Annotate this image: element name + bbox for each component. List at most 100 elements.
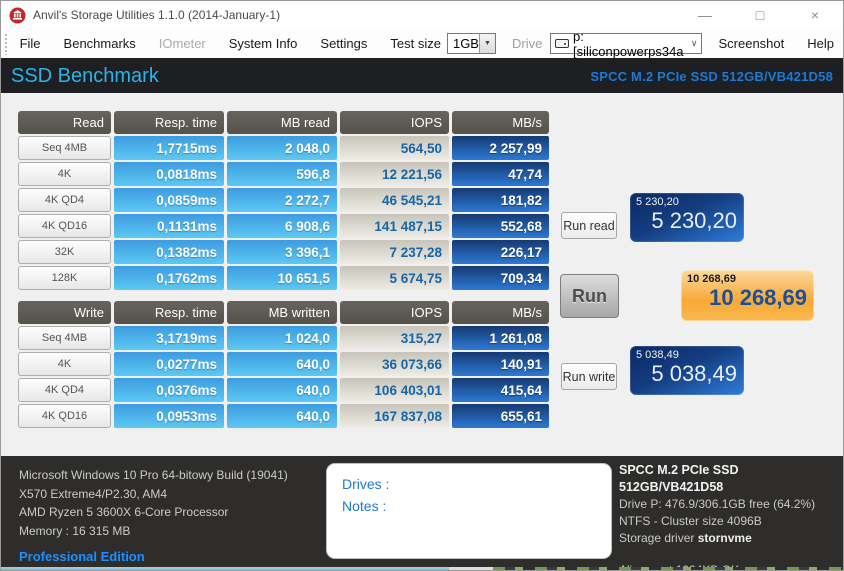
menu-separator [378, 34, 379, 54]
menu-file[interactable]: File [11, 36, 50, 51]
total-score-large: 10 268,69 [687, 285, 807, 311]
drive-info-panel: SPCC M.2 PCIe SSD 512GB/VB421D58 Drive P… [619, 462, 843, 571]
write-row-label[interactable]: 4K QD16 [18, 404, 111, 428]
read-row-label[interactable]: 4K QD4 [18, 188, 111, 212]
mbs-header: MB/s [452, 111, 549, 134]
run-button[interactable]: Run [560, 274, 619, 318]
read-resp-cell: 0,1762ms [114, 266, 224, 290]
minimize-button[interactable]: — [685, 7, 725, 23]
write-resp-cell: 0,0953ms [114, 404, 224, 428]
test-size-select[interactable]: 1GB ▼ [447, 33, 496, 54]
footer: Microsoft Windows 10 Pro 64-bitowy Build… [1, 456, 843, 567]
system-info: Microsoft Windows 10 Pro 64-bitowy Build… [19, 466, 288, 564]
run-write-button[interactable]: Run write [561, 363, 617, 390]
write-resp-cell: 3,1719ms [114, 326, 224, 350]
write-mb-cell: 640,0 [227, 404, 337, 428]
read-iops-cell: 12 221,56 [340, 162, 449, 186]
write-score-large: 5 038,49 [636, 361, 737, 387]
menu-separator [52, 34, 53, 54]
motherboard-line: X570 Extreme4/P2.30, AM4 [19, 485, 288, 504]
menu-separator [217, 34, 218, 54]
read-row-label[interactable]: 128K [18, 266, 111, 290]
total-score-box: 10 268,69 10 268,69 [681, 270, 814, 321]
menu-separator [795, 34, 796, 54]
read-mb-cell: 10 651,5 [227, 266, 337, 290]
app-window: Anvil's Storage Utilities 1.1.0 (2014-Ja… [0, 0, 844, 571]
write-row-label[interactable]: 4K [18, 352, 111, 376]
write-resp-cell: 0,0376ms [114, 378, 224, 402]
drive-select[interactable]: p: [siliconpowerps34a ∨ [550, 33, 702, 54]
read-row-label[interactable]: Seq 4MB [18, 136, 111, 160]
menubar: File Benchmarks IOmeter System Info Sett… [1, 29, 843, 59]
read-table: Read Resp. time MB read IOPS MB/s Seq 4M… [18, 111, 549, 290]
window-controls: — □ × [685, 1, 835, 29]
read-mbs-cell: 47,74 [452, 162, 549, 186]
read-mb-cell: 2 048,0 [227, 136, 337, 160]
menu-separator [147, 34, 148, 54]
write-mb-cell: 1 024,0 [227, 326, 337, 350]
menu-separator [308, 34, 309, 54]
page-title: SSD Benchmark [11, 65, 159, 88]
write-row-label[interactable]: 4K QD4 [18, 378, 111, 402]
drives-label: Drives : [342, 473, 611, 495]
read-iops-cell: 564,50 [340, 136, 449, 160]
app-logo-icon [9, 7, 26, 24]
menu-separator [500, 34, 501, 54]
read-row-label[interactable]: 4K QD16 [18, 214, 111, 238]
write-iops-cell: 315,27 [340, 326, 449, 350]
drive-model: SPCC M.2 PCIe SSD 512GB/VB421D58 [619, 462, 843, 496]
titlebar: Anvil's Storage Utilities 1.1.0 (2014-Ja… [1, 1, 843, 29]
driver-value: stornvme [698, 531, 752, 545]
read-iops-cell: 7 237,28 [340, 240, 449, 264]
spacer [619, 547, 843, 562]
mb-written-header: MB written [227, 301, 337, 324]
read-row-label[interactable]: 4K [18, 162, 111, 186]
background-window-sliver [1, 567, 843, 571]
page-header: SSD Benchmark SPCC M.2 PCIe SSD 512GB/VB… [1, 59, 843, 93]
read-mb-cell: 596,8 [227, 162, 337, 186]
menu-system-info[interactable]: System Info [220, 36, 307, 51]
drives-notes-box[interactable]: Drives : Notes : [326, 463, 612, 559]
sliver-segment [1, 567, 449, 571]
menu-iometer[interactable]: IOmeter [150, 36, 215, 51]
menu-help[interactable]: Help [798, 36, 843, 51]
write-header: Write [18, 301, 111, 324]
read-score-small: 5 230,20 [636, 196, 737, 208]
device-name: SPCC M.2 PCIe SSD 512GB/VB421D58 [590, 69, 833, 84]
resp-time-header: Resp. time [114, 301, 224, 324]
read-mb-cell: 2 272,7 [227, 188, 337, 212]
read-iops-cell: 46 545,21 [340, 188, 449, 212]
menu-benchmarks[interactable]: Benchmarks [55, 36, 145, 51]
write-iops-cell: 106 403,01 [340, 378, 449, 402]
close-button[interactable]: × [795, 7, 835, 23]
menu-separator [706, 34, 707, 54]
read-row-label[interactable]: 32K [18, 240, 111, 264]
read-score-box: 5 230,20 5 230,20 [630, 193, 744, 242]
drive-value: p: [siliconpowerps34a [573, 29, 685, 59]
write-row-label[interactable]: Seq 4MB [18, 326, 111, 350]
test-size-label: Test size [381, 36, 447, 51]
driver-label: Storage driver [619, 531, 694, 545]
read-resp-cell: 0,1382ms [114, 240, 224, 264]
maximize-button[interactable]: □ [740, 7, 780, 23]
edition-link[interactable]: Professional Edition [19, 549, 288, 564]
menu-settings[interactable]: Settings [311, 36, 376, 51]
read-resp-cell: 0,0818ms [114, 162, 224, 186]
read-header: Read [18, 111, 111, 134]
write-mb-cell: 640,0 [227, 378, 337, 402]
read-mbs-cell: 552,68 [452, 214, 549, 238]
write-iops-cell: 167 837,08 [340, 404, 449, 428]
chevron-down-icon[interactable]: ▼ [479, 34, 495, 53]
read-mb-cell: 3 396,1 [227, 240, 337, 264]
read-resp-cell: 1,7715ms [114, 136, 224, 160]
menu-screenshot[interactable]: Screenshot [709, 36, 793, 51]
os-line: Microsoft Windows 10 Pro 64-bitowy Build… [19, 466, 288, 485]
write-mb-cell: 640,0 [227, 352, 337, 376]
read-score-large: 5 230,20 [636, 208, 737, 234]
drive-label: Drive [503, 36, 548, 51]
read-iops-cell: 141 487,15 [340, 214, 449, 238]
write-mbs-cell: 140,91 [452, 352, 549, 376]
mb-read-header: MB read [227, 111, 337, 134]
read-resp-cell: 0,1131ms [114, 214, 224, 238]
run-read-button[interactable]: Run read [561, 212, 617, 239]
